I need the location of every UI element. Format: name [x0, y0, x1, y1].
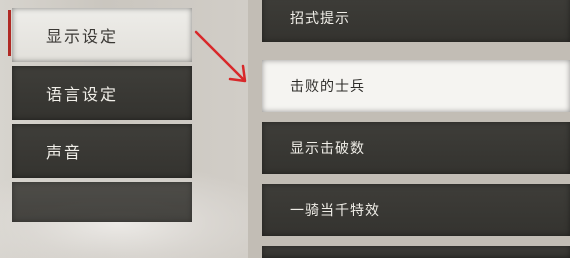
option-label: 击败的士兵	[290, 79, 365, 95]
menu-item-partial[interactable]	[12, 182, 192, 222]
menu-item-language-settings[interactable]: 语言设定	[12, 66, 192, 120]
menu-item-sound[interactable]: 声音	[12, 124, 192, 178]
option-label: 一骑当千特效	[290, 203, 380, 219]
option-partial[interactable]	[262, 246, 570, 258]
settings-category-menu: 显示设定 语言设定 声音	[0, 0, 262, 258]
option-musou-effects[interactable]: 一骑当千特效	[262, 184, 570, 236]
menu-item-label: 声音	[46, 143, 83, 162]
option-label: 显示击破数	[290, 141, 365, 157]
option-move-hints[interactable]: 招式提示	[262, 0, 570, 42]
option-show-ko-count[interactable]: 显示击破数	[262, 122, 570, 174]
menu-item-display-settings[interactable]: 显示设定	[12, 8, 192, 62]
menu-item-label: 显示设定	[46, 27, 119, 46]
selected-indicator	[8, 10, 11, 56]
option-defeated-soldiers[interactable]: 击败的士兵	[262, 60, 570, 112]
menu-item-label: 语言设定	[46, 85, 119, 104]
option-label: 招式提示	[290, 11, 350, 27]
